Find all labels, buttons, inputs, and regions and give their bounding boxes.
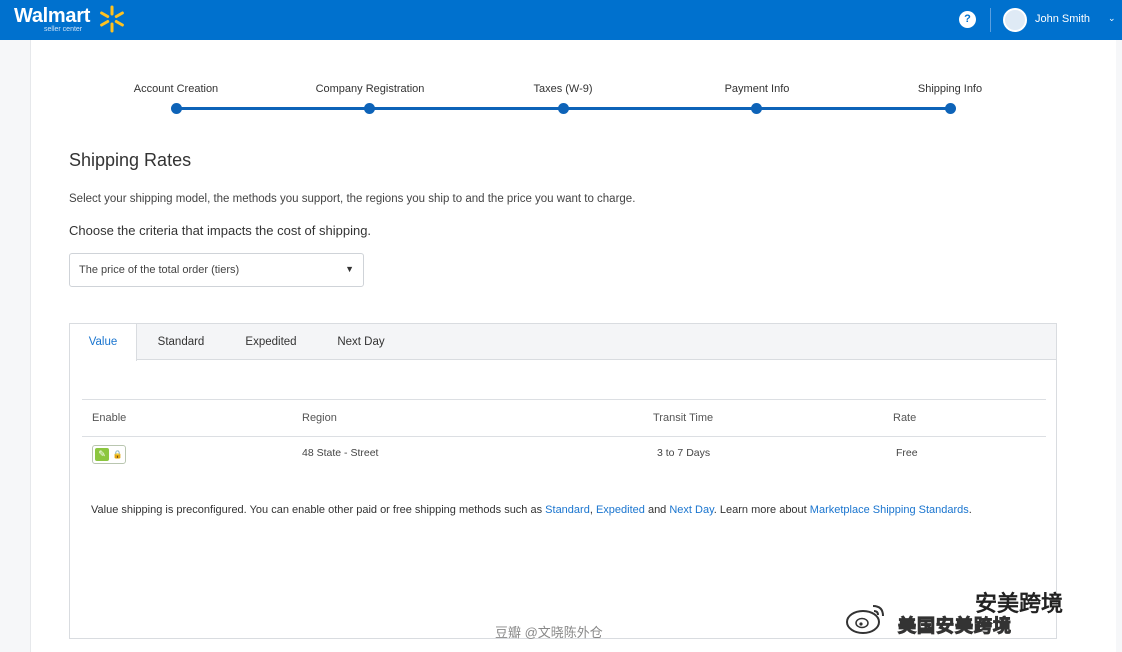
note-text: and <box>644 504 670 516</box>
step-label-account-creation: Account Creation <box>133 83 219 95</box>
transit-time-cell: 3 to 7 Days <box>657 447 711 459</box>
tab-value[interactable]: Value <box>70 324 137 361</box>
tab-standard[interactable]: Standard <box>138 324 224 360</box>
criteria-select-value: The price of the total order (tiers) <box>79 264 240 276</box>
table-header-border <box>82 436 1046 437</box>
criteria-prompt: Choose the criteria that impacts the cos… <box>69 223 372 238</box>
step-dot-company-registration[interactable] <box>364 103 375 114</box>
link-standard[interactable]: Standard <box>545 504 590 516</box>
weibo-logo-icon <box>846 605 884 634</box>
caret-down-icon: ▼ <box>345 264 354 274</box>
table-top-border <box>82 399 1046 400</box>
column-header-rate: Rate <box>893 412 917 424</box>
step-dot-account-creation[interactable] <box>171 103 182 114</box>
progress-steps: Account Creation Company Registration Ta… <box>0 0 1122 130</box>
column-header-transit-time: Transit Time <box>653 412 714 424</box>
step-dot-shipping-info[interactable] <box>945 103 956 114</box>
lock-icon: 🔒 <box>112 450 123 459</box>
link-marketplace-shipping-standards[interactable]: Marketplace Shipping Standards <box>810 504 969 516</box>
tab-expedited[interactable]: Expedited <box>228 324 314 360</box>
column-header-region: Region <box>302 412 337 424</box>
info-note: Value shipping is preconfigured. You can… <box>91 502 1041 519</box>
note-text: . <box>968 504 972 516</box>
link-expedited[interactable]: Expedited <box>596 504 645 516</box>
step-label-taxes: Taxes (W-9) <box>533 83 593 95</box>
shipping-methods-panel: Value Standard Expedited Next Day Enable… <box>69 323 1057 639</box>
step-dot-payment-info[interactable] <box>751 103 762 114</box>
link-next-day[interactable]: Next Day <box>669 504 713 516</box>
region-cell: 48 State - Street <box>302 447 379 459</box>
column-header-enable: Enable <box>92 412 127 424</box>
page-title: Shipping Rates <box>69 150 192 170</box>
tab-next-day[interactable]: Next Day <box>318 324 404 360</box>
section-description: Select your shipping model, the methods … <box>69 193 636 205</box>
pencil-icon: ✎ <box>95 448 109 461</box>
step-dot-taxes[interactable] <box>558 103 569 114</box>
watermark-handle: 美国安美跨境 <box>898 616 1012 637</box>
enable-toggle[interactable]: ✎ 🔒 <box>92 445 126 464</box>
rate-cell: Free <box>896 447 918 459</box>
note-text: Value shipping is preconfigured. You can… <box>91 504 546 516</box>
step-label-payment-info: Payment Info <box>724 83 790 95</box>
note-text: . Learn more about <box>713 504 810 516</box>
tab-bar: Value Standard Expedited Next Day <box>70 324 1056 361</box>
criteria-select[interactable]: The price of the total order (tiers) ▼ <box>69 253 364 287</box>
step-label-company-registration: Company Registration <box>315 83 425 95</box>
step-label-shipping-info: Shipping Info <box>917 83 983 95</box>
watermark-text: 豆瓣 @文晓陈外仓 <box>495 625 603 640</box>
